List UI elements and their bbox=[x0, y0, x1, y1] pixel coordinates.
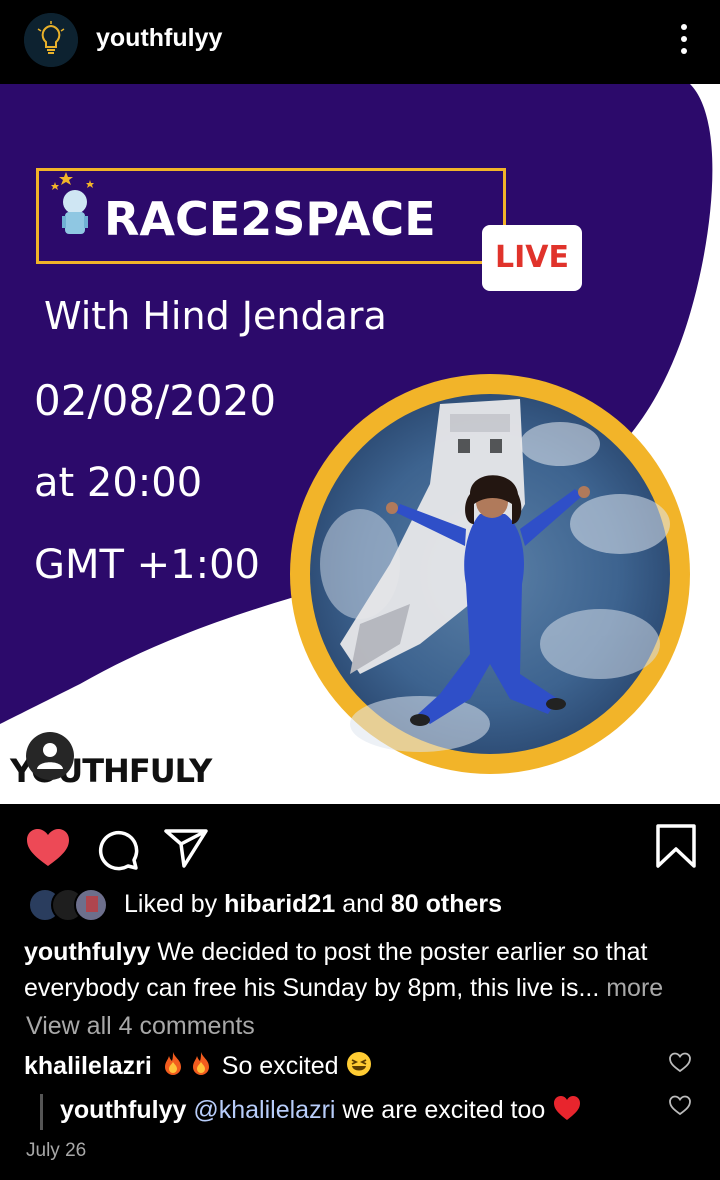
bookmark-icon[interactable] bbox=[652, 822, 700, 870]
laughing-emoji-icon bbox=[347, 1052, 372, 1076]
poster-date: 02/08/2020 bbox=[34, 376, 277, 425]
red-heart-emoji-icon bbox=[554, 1096, 581, 1120]
post-caption: youthfulyy We decided to post the poster… bbox=[24, 934, 696, 1006]
poster-host: With Hind Jendara bbox=[44, 294, 387, 338]
profile-avatar[interactable] bbox=[24, 13, 78, 67]
likes-row[interactable]: Liked by hibarid21 and 80 others bbox=[28, 884, 708, 928]
reply-mention[interactable]: @khalilelazri bbox=[193, 1096, 335, 1124]
poster-time: at 20:00 bbox=[34, 460, 203, 506]
post-image[interactable]: RACE2SPACE LIVE With Hind Jendara 02/08/… bbox=[0, 84, 720, 804]
poster-title: RACE2SPACE bbox=[104, 192, 436, 246]
tagged-user-icon[interactable] bbox=[26, 732, 74, 780]
comment-text: So excited bbox=[221, 1052, 339, 1080]
lightbulb-logo-icon bbox=[24, 13, 78, 67]
poster-timezone: GMT +1:00 bbox=[34, 542, 260, 588]
comment-item: khalilelazri So excited bbox=[24, 1050, 373, 1081]
header-username[interactable]: youthfulyy bbox=[96, 24, 222, 53]
fire-emoji-icon bbox=[164, 1052, 181, 1075]
post-timestamp: July 26 bbox=[26, 1140, 87, 1161]
likes-text: Liked by hibarid21 and 80 others bbox=[124, 890, 503, 918]
view-all-comments-link[interactable]: View all 4 comments bbox=[26, 1012, 255, 1041]
send-icon[interactable] bbox=[162, 824, 210, 872]
likes-count[interactable]: 80 others bbox=[391, 890, 502, 918]
caption-username[interactable]: youthfulyy bbox=[24, 938, 150, 966]
heart-filled-icon[interactable] bbox=[24, 824, 72, 872]
reply-like-icon[interactable] bbox=[668, 1094, 692, 1116]
liker-username[interactable]: hibarid21 bbox=[224, 890, 335, 918]
reply-thread-line bbox=[40, 1094, 43, 1130]
reply-item: youthfulyy @khalilelazri we are excited … bbox=[60, 1094, 582, 1125]
fire-emoji-icon bbox=[192, 1052, 209, 1075]
caption-more-link[interactable]: more bbox=[606, 974, 663, 1002]
more-options-icon[interactable] bbox=[676, 22, 692, 56]
action-bar bbox=[0, 804, 720, 884]
comment-username[interactable]: khalilelazri bbox=[24, 1052, 152, 1080]
comment-icon[interactable] bbox=[94, 826, 142, 874]
reply-username[interactable]: youthfulyy bbox=[60, 1096, 186, 1124]
comment-like-icon[interactable] bbox=[668, 1051, 692, 1073]
live-badge: LIVE bbox=[482, 225, 582, 291]
reply-text: we are excited too bbox=[342, 1096, 546, 1124]
post-header: youthfulyy bbox=[0, 0, 720, 84]
liker-avatars bbox=[28, 888, 108, 922]
